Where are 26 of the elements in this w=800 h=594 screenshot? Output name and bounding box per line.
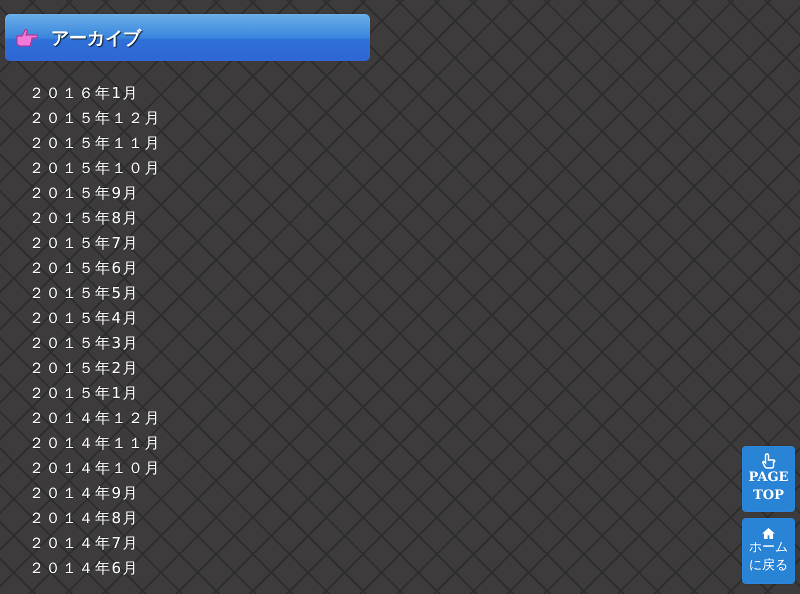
pointing-hand-icon xyxy=(762,453,776,469)
home-icon xyxy=(762,528,775,538)
archive-link[interactable]: ２０１５年4月 xyxy=(29,309,140,327)
archive-link[interactable]: ２０１５年2月 xyxy=(29,359,140,377)
archive-link[interactable]: ２０１４年１０月 xyxy=(29,459,161,477)
archive-link[interactable]: ２０１５年１０月 xyxy=(29,159,161,177)
archive-link[interactable]: ２０１５年6月 xyxy=(29,259,140,277)
archive-link[interactable]: ２０１５年7月 xyxy=(29,234,140,252)
archive-link[interactable]: ２０１５年3月 xyxy=(29,334,140,352)
archive-link[interactable]: ２０１４年１２月 xyxy=(29,409,161,427)
archive-link[interactable]: ２０１４年9月 xyxy=(29,484,140,502)
home-button[interactable]: ホーム に戻る xyxy=(742,518,795,584)
archive-link[interactable]: ２０１４年7月 xyxy=(29,534,140,552)
page-top-button[interactable]: PAGE TOP xyxy=(742,446,795,512)
archive-link[interactable]: ２０１５年5月 xyxy=(29,284,140,302)
archive-link[interactable]: ２０１５年１２月 xyxy=(29,109,161,127)
archive-link[interactable]: ２０１５年8月 xyxy=(29,209,140,227)
archive-link[interactable]: ２０１４年１１月 xyxy=(29,434,161,452)
archive-link[interactable]: ２０１５年1月 xyxy=(29,384,140,402)
archive-title: アーカイブ xyxy=(51,26,141,50)
archive-link[interactable]: ２０１５年１１月 xyxy=(29,134,161,152)
archive-link[interactable]: ２０１６年1月 xyxy=(29,84,140,102)
archive-link[interactable]: ２０１４年8月 xyxy=(29,509,140,527)
pointing-hand-icon xyxy=(15,28,39,48)
archive-link[interactable]: ２０１４年6月 xyxy=(29,559,140,577)
archive-link[interactable]: ２０１５年9月 xyxy=(29,184,140,202)
